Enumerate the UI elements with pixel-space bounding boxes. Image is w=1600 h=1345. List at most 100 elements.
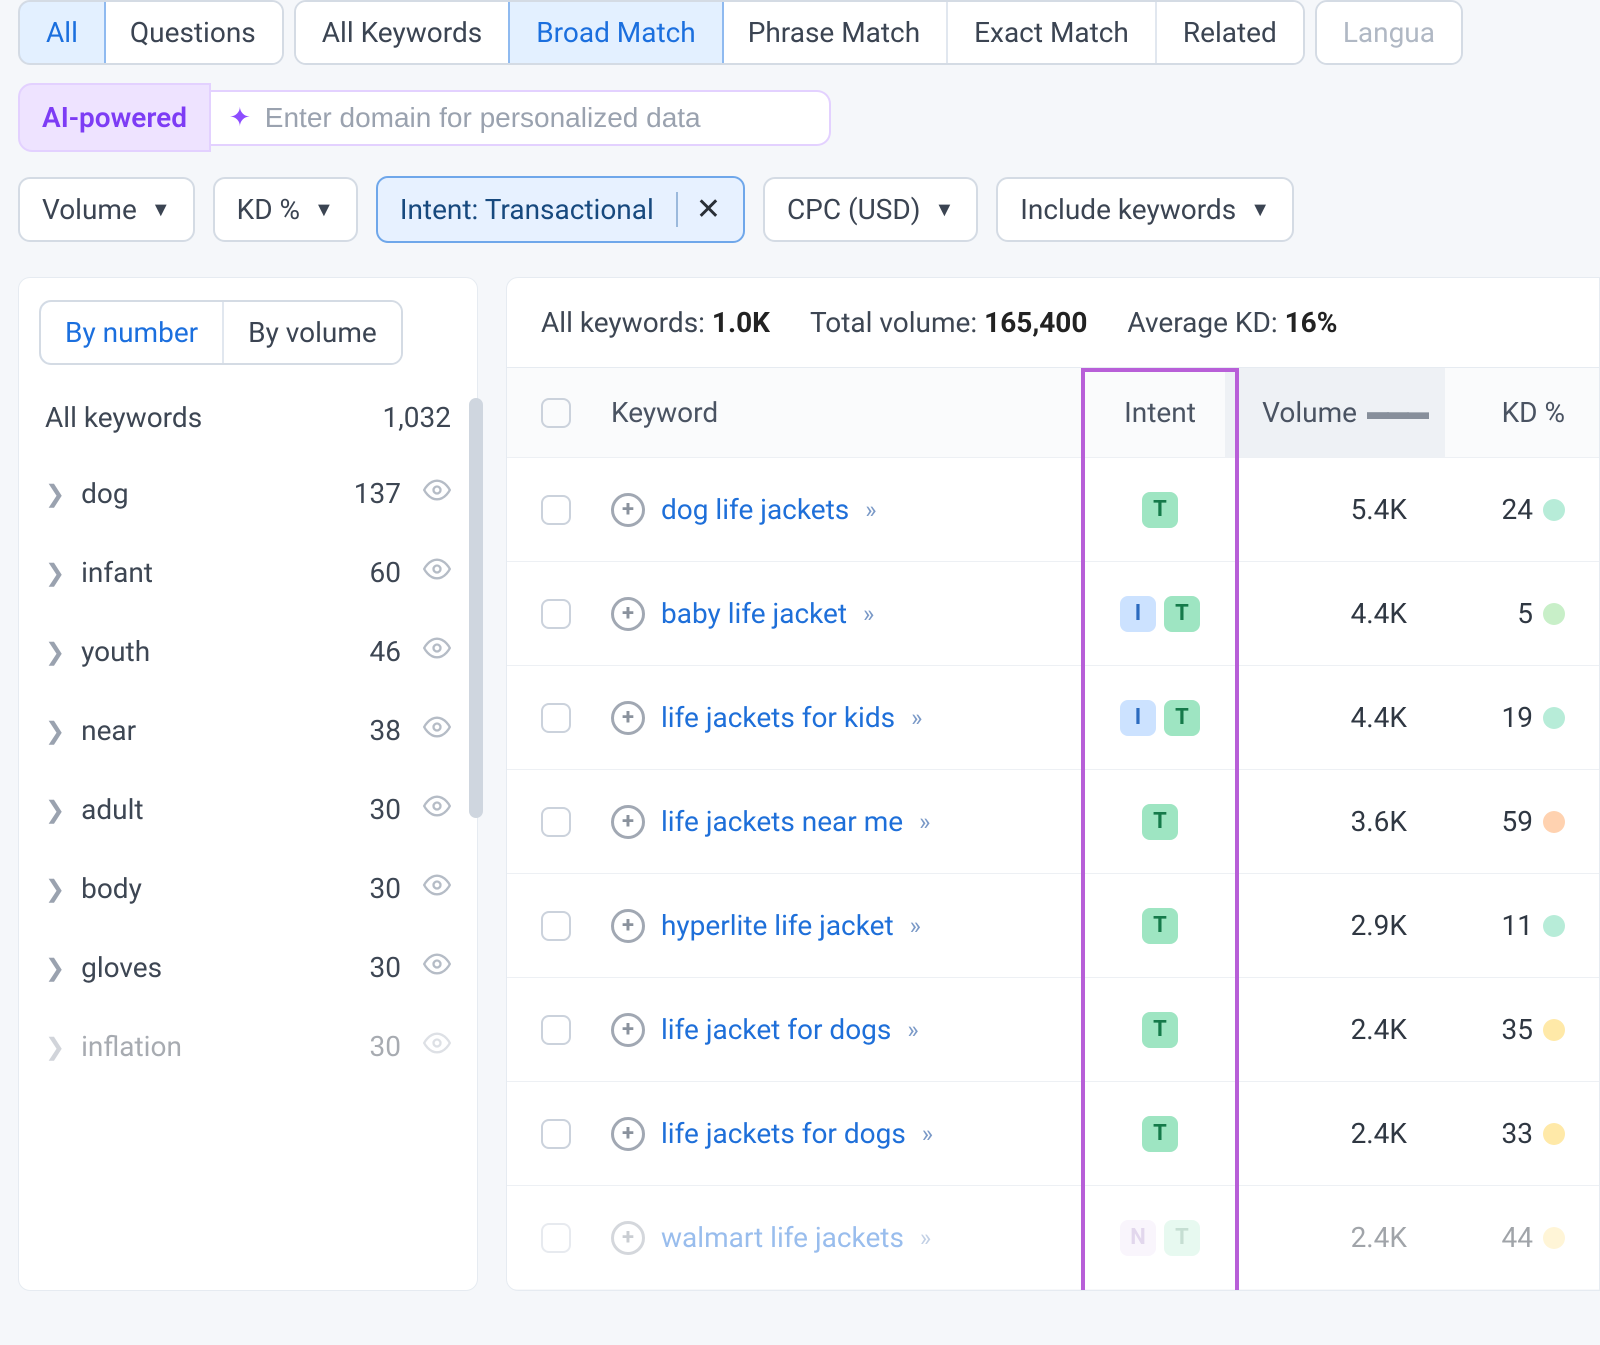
add-keyword-icon[interactable]: + — [611, 1221, 645, 1255]
row-checkbox[interactable] — [541, 807, 571, 837]
intent-badge-t: T — [1164, 700, 1200, 736]
chevron-right-icon: ❯ — [45, 559, 65, 587]
sidebar-item[interactable]: ❯adult30 — [39, 770, 457, 849]
sidebar-item[interactable]: ❯dog137 — [39, 454, 457, 533]
kd-difficulty-dot — [1543, 603, 1565, 625]
add-keyword-icon[interactable]: + — [611, 701, 645, 735]
keyword-link[interactable]: life jackets near me — [661, 805, 903, 838]
filter-kd[interactable]: KD % ▼ — [213, 177, 358, 242]
filter-cpc[interactable]: CPC (USD) ▼ — [763, 177, 978, 242]
sidebar-item[interactable]: ❯near38 — [39, 691, 457, 770]
tab-related[interactable]: Related — [1157, 2, 1303, 63]
tab-exact-match[interactable]: Exact Match — [948, 2, 1157, 63]
eye-icon[interactable] — [423, 871, 451, 906]
filter-volume-label: Volume — [42, 193, 137, 226]
kd-difficulty-dot — [1543, 499, 1565, 521]
eye-icon[interactable] — [423, 476, 451, 511]
summary-average-kd: Average KD: 16% — [1127, 306, 1337, 339]
volume-cell: 3.6K — [1235, 805, 1435, 838]
kd-cell: 24 — [1435, 493, 1565, 526]
row-checkbox[interactable] — [541, 703, 571, 733]
keyword-link[interactable]: baby life jacket — [661, 597, 847, 630]
chevron-right-icon: ❯ — [45, 954, 65, 982]
double-chevron-icon[interactable]: » — [863, 600, 874, 628]
double-chevron-icon[interactable]: » — [919, 808, 930, 836]
row-checkbox[interactable] — [541, 1223, 571, 1253]
double-chevron-icon[interactable]: » — [911, 704, 922, 732]
kd-difficulty-dot — [1543, 1123, 1565, 1145]
eye-icon[interactable] — [423, 1029, 451, 1064]
double-chevron-icon[interactable]: » — [910, 912, 921, 940]
col-volume[interactable]: Volume ▬▬▬▬▬▬ — [1225, 368, 1445, 457]
table-header-row: Keyword Intent Volume ▬▬▬▬▬▬ KD % — [507, 368, 1599, 458]
add-keyword-icon[interactable]: + — [611, 1013, 645, 1047]
double-chevron-icon[interactable]: » — [920, 1224, 931, 1252]
double-chevron-icon[interactable]: » — [922, 1120, 933, 1148]
tab-questions[interactable]: Questions — [104, 2, 282, 63]
col-keyword[interactable]: Keyword — [611, 396, 1085, 429]
kd-cell: 44 — [1435, 1221, 1565, 1254]
keyword-link[interactable]: life jackets for kids — [661, 701, 895, 734]
sidebar-item[interactable]: ❯gloves30 — [39, 928, 457, 1007]
intent-badge-i: I — [1120, 596, 1156, 632]
filter-intent[interactable]: Intent: Transactional ✕ — [376, 176, 745, 243]
filter-volume[interactable]: Volume ▼ — [18, 177, 195, 242]
kd-difficulty-dot — [1543, 811, 1565, 833]
table-row: +walmart life jackets»NT2.4K44 — [507, 1186, 1599, 1290]
row-checkbox[interactable] — [541, 911, 571, 941]
keyword-link[interactable]: dog life jackets — [661, 493, 849, 526]
sidebar-item[interactable]: ❯youth46 — [39, 612, 457, 691]
add-keyword-icon[interactable]: + — [611, 1117, 645, 1151]
sidebar-item-count: 30 — [370, 793, 401, 826]
filter-intent-label: Intent: Transactional — [400, 193, 654, 226]
sidebar-item-count: 38 — [370, 714, 401, 747]
row-checkbox[interactable] — [541, 495, 571, 525]
sidebar-item[interactable]: ❯inflation30 — [39, 1007, 457, 1086]
seg-by-volume[interactable]: By volume — [222, 302, 401, 363]
eye-icon[interactable] — [423, 634, 451, 669]
table-row: +life jacket for dogs»T2.4K35 — [507, 978, 1599, 1082]
select-all-checkbox[interactable] — [541, 398, 571, 428]
tab-broad-match[interactable]: Broad Match — [508, 0, 724, 65]
keyword-link[interactable]: walmart life jackets — [661, 1221, 904, 1254]
row-checkbox[interactable] — [541, 599, 571, 629]
chevron-right-icon: ❯ — [45, 638, 65, 666]
domain-input[interactable] — [265, 102, 811, 134]
tab-all[interactable]: All — [18, 0, 106, 65]
col-kd[interactable]: KD % — [1435, 396, 1565, 429]
keyword-link[interactable]: hyperlite life jacket — [661, 909, 894, 942]
tab-all-keywords[interactable]: All Keywords — [296, 2, 510, 63]
double-chevron-icon[interactable]: » — [907, 1016, 918, 1044]
keyword-groups-sidebar: By number By volume All keywords 1,032 ❯… — [18, 277, 478, 1291]
keyword-link[interactable]: life jackets for dogs — [661, 1117, 906, 1150]
eye-icon[interactable] — [423, 713, 451, 748]
sidebar-item[interactable]: ❯infant60 — [39, 533, 457, 612]
sidebar-item[interactable]: ❯body30 — [39, 849, 457, 928]
add-keyword-icon[interactable]: + — [611, 805, 645, 839]
sidebar-item-label: gloves — [81, 951, 353, 984]
row-checkbox[interactable] — [541, 1119, 571, 1149]
add-keyword-icon[interactable]: + — [611, 597, 645, 631]
add-keyword-icon[interactable]: + — [611, 493, 645, 527]
add-keyword-icon[interactable]: + — [611, 909, 645, 943]
kd-difficulty-dot — [1543, 1019, 1565, 1041]
row-checkbox[interactable] — [541, 1015, 571, 1045]
filter-include-keywords[interactable]: Include keywords ▼ — [996, 177, 1294, 242]
tab-languages[interactable]: Langua — [1317, 2, 1461, 63]
col-intent[interactable]: Intent — [1085, 396, 1235, 429]
eye-icon[interactable] — [423, 950, 451, 985]
intent-badge-t: T — [1142, 1116, 1178, 1152]
scrollbar-thumb[interactable] — [469, 398, 483, 818]
double-chevron-icon[interactable]: » — [865, 496, 876, 524]
seg-by-number[interactable]: By number — [39, 300, 224, 365]
eye-icon[interactable] — [423, 792, 451, 827]
table-row: +hyperlite life jacket»T2.9K11 — [507, 874, 1599, 978]
sidebar-item-label: adult — [81, 793, 353, 826]
keyword-link[interactable]: life jacket for dogs — [661, 1013, 891, 1046]
sidebar-head-label: All keywords — [45, 401, 202, 434]
summary-total-volume: Total volume: 165,400 — [810, 306, 1087, 339]
summary-all-keywords: All keywords: 1.0K — [541, 306, 770, 339]
close-icon[interactable]: ✕ — [676, 192, 721, 227]
tab-phrase-match[interactable]: Phrase Match — [722, 2, 948, 63]
eye-icon[interactable] — [423, 555, 451, 590]
